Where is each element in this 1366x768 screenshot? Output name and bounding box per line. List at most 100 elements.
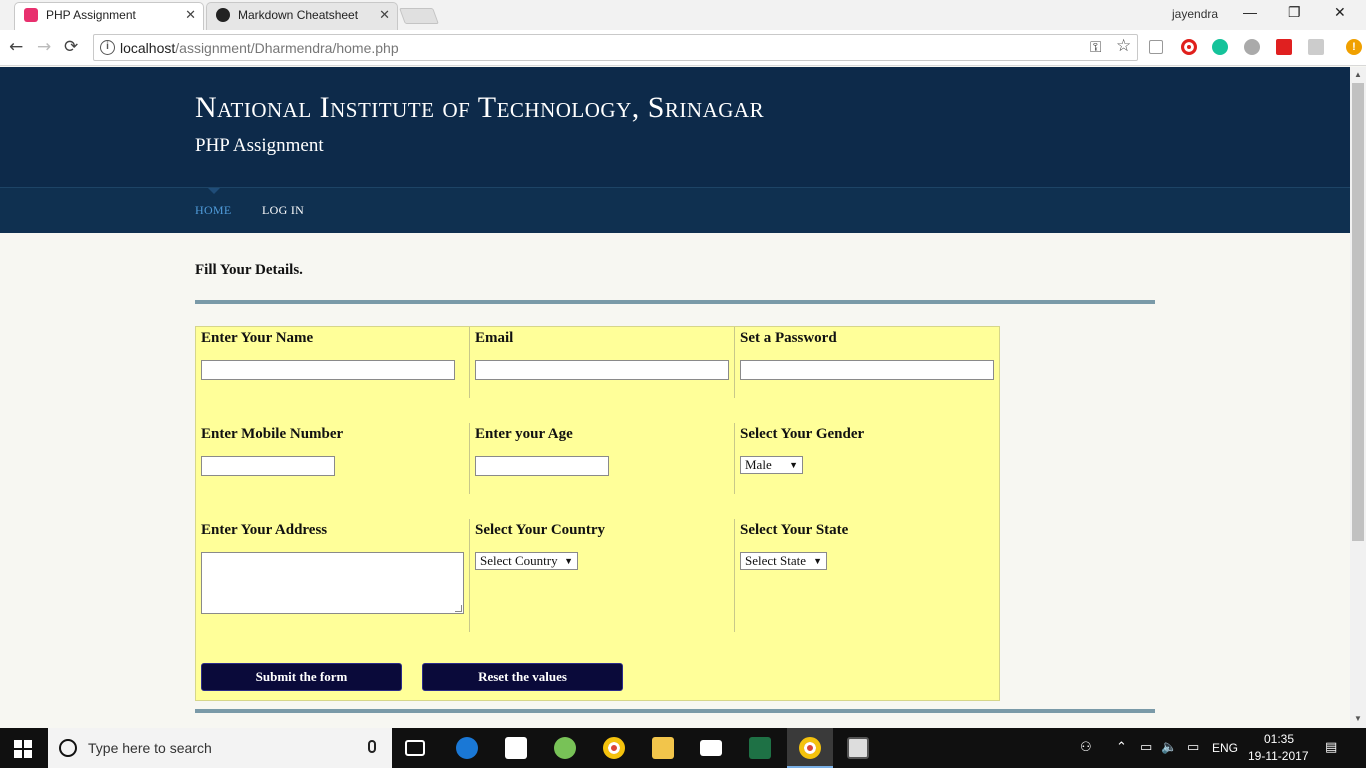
reload-icon[interactable]: ⟳	[64, 37, 78, 57]
tab-markdown-cheatsheet[interactable]: Markdown Cheatsheet · / ✕	[206, 2, 398, 30]
clock-time[interactable]: 01:35	[1264, 732, 1294, 746]
email-input[interactable]	[475, 360, 729, 380]
address-bar[interactable]: i localhost/assignment/Dharmendra/home.p…	[93, 34, 1138, 61]
age-input[interactable]	[475, 456, 609, 476]
windows-start-icon[interactable]	[14, 740, 32, 758]
chrome-active-icon	[799, 737, 821, 759]
android-studio-icon[interactable]	[554, 737, 576, 759]
address-textarea[interactable]	[201, 552, 464, 614]
info-icon[interactable]: i	[100, 40, 115, 55]
scrollbar-thumb[interactable]	[1352, 83, 1364, 541]
site-header: National Institute of Technology, Srinag…	[0, 67, 1350, 187]
column-divider	[734, 423, 735, 494]
cast-icon[interactable]	[1149, 40, 1163, 54]
tab-title: PHP Assignment	[46, 8, 136, 22]
browser-toolbar: ← → ⟳ i localhost/assignment/Dharmendra/…	[0, 30, 1366, 66]
top-divider	[195, 300, 1155, 304]
opera-icon[interactable]	[1181, 39, 1197, 55]
grammarly-icon[interactable]	[1212, 39, 1228, 55]
column-divider	[469, 519, 470, 632]
form-heading: Fill Your Details.	[195, 262, 303, 278]
country-selected-value: Select Country	[480, 553, 558, 568]
gender-selected-value: Male	[745, 457, 772, 472]
minimize-icon[interactable]: —	[1243, 4, 1257, 20]
active-nav-caret	[208, 188, 220, 194]
back-icon[interactable]: ←	[9, 37, 23, 57]
site-nav: Home Log In	[0, 187, 1350, 233]
task-view-icon[interactable]	[405, 740, 425, 756]
forward-icon[interactable]: →	[37, 37, 51, 57]
tray-chevron-icon[interactable]: ⌃	[1116, 740, 1127, 755]
excel-icon[interactable]	[749, 737, 771, 759]
tab-close-icon[interactable]: ✕	[185, 7, 196, 23]
nav-login[interactable]: Log In	[262, 203, 304, 218]
site-title: National Institute of Technology, Srinag…	[195, 91, 765, 124]
dropdown-arrow-icon: ▼	[813, 556, 822, 566]
password-input[interactable]	[740, 360, 994, 380]
age-label: Enter your Age	[475, 426, 573, 442]
url-host: localhost	[120, 40, 176, 56]
close-window-icon[interactable]: ✕	[1334, 4, 1346, 21]
github-favicon-icon	[216, 8, 230, 22]
restore-icon[interactable]: ❐	[1288, 4, 1301, 21]
pdf-icon[interactable]	[1276, 39, 1292, 55]
url-path: /assignment/Dharmendra/home.php	[175, 40, 399, 56]
resize-grip-icon[interactable]	[455, 605, 462, 612]
tab-php-assignment[interactable]: PHP Assignment ✕	[14, 2, 204, 30]
submit-button[interactable]: Submit the form	[201, 663, 402, 691]
gender-label: Select Your Gender	[740, 426, 865, 442]
reset-button[interactable]: Reset the values	[422, 663, 623, 691]
globe-icon[interactable]	[1244, 39, 1260, 55]
stats-icon[interactable]	[1308, 39, 1324, 55]
tab-close-icon[interactable]: ✕	[379, 7, 390, 23]
volume-icon[interactable]: 🔈	[1161, 740, 1177, 755]
tab-title: Markdown Cheatsheet · /	[238, 8, 358, 22]
address-label: Enter Your Address	[201, 522, 328, 538]
chrome-icon[interactable]	[603, 737, 625, 759]
notifications-icon[interactable]: ▤	[1325, 740, 1337, 755]
scroll-down-icon[interactable]: ▼	[1354, 714, 1362, 723]
email-label: Email	[475, 330, 514, 346]
file-explorer-icon[interactable]	[652, 737, 674, 759]
name-input[interactable]	[201, 360, 455, 380]
state-selected-value: Select State	[745, 553, 807, 568]
column-divider	[469, 423, 470, 494]
page-scrollbar[interactable]: ▲ ▼	[1350, 67, 1366, 728]
country-select[interactable]: Select Country ▼	[475, 552, 578, 570]
mobile-label: Enter Mobile Number	[201, 426, 344, 442]
chrome-menu-alert-icon[interactable]: !	[1346, 39, 1362, 55]
microphone-icon[interactable]	[368, 740, 376, 753]
mail-icon[interactable]	[700, 740, 722, 756]
registration-form: Enter Your Name Email Set a Password Ent…	[195, 326, 1000, 701]
people-icon[interactable]: ⚇	[1080, 740, 1092, 755]
state-label: Select Your State	[740, 522, 849, 538]
windows-taskbar: Type here to search ⚇ ⌃ ▭ 🔈 ▭ ENG 01:35 …	[0, 728, 1366, 768]
taskbar-search[interactable]: Type here to search	[48, 728, 392, 768]
store-icon[interactable]	[505, 737, 527, 759]
name-label: Enter Your Name	[201, 330, 314, 346]
app-icon[interactable]	[847, 737, 869, 759]
new-tab-button[interactable]	[399, 8, 439, 24]
taskbar-active-app[interactable]	[787, 728, 833, 768]
language-indicator[interactable]: ENG	[1212, 741, 1238, 755]
gender-select[interactable]: Male ▼	[740, 456, 803, 474]
password-label: Set a Password	[740, 330, 837, 346]
mobile-input[interactable]	[201, 456, 335, 476]
taskbar-search-placeholder: Type here to search	[88, 740, 212, 756]
nav-home[interactable]: Home	[195, 203, 232, 218]
cortana-icon	[59, 739, 77, 757]
state-select[interactable]: Select State ▼	[740, 552, 827, 570]
key-icon[interactable]: ⚿	[1090, 38, 1101, 56]
edge-icon[interactable]	[456, 737, 478, 759]
bookmark-star-icon[interactable]: ☆	[1116, 36, 1131, 56]
scroll-up-icon[interactable]: ▲	[1354, 70, 1362, 79]
profile-name[interactable]: jayendra	[1172, 7, 1218, 21]
url-text[interactable]: localhost/assignment/Dharmendra/home.php	[120, 40, 399, 56]
bottom-divider	[195, 709, 1155, 713]
network-icon[interactable]: ▭	[1187, 740, 1199, 755]
browser-titlebar: PHP Assignment ✕ Markdown Cheatsheet · /…	[0, 0, 1366, 30]
battery-icon[interactable]: ▭	[1140, 740, 1152, 755]
site-subtitle: PHP Assignment	[195, 135, 324, 156]
column-divider	[734, 519, 735, 632]
clock-date[interactable]: 19-11-2017	[1248, 749, 1309, 763]
